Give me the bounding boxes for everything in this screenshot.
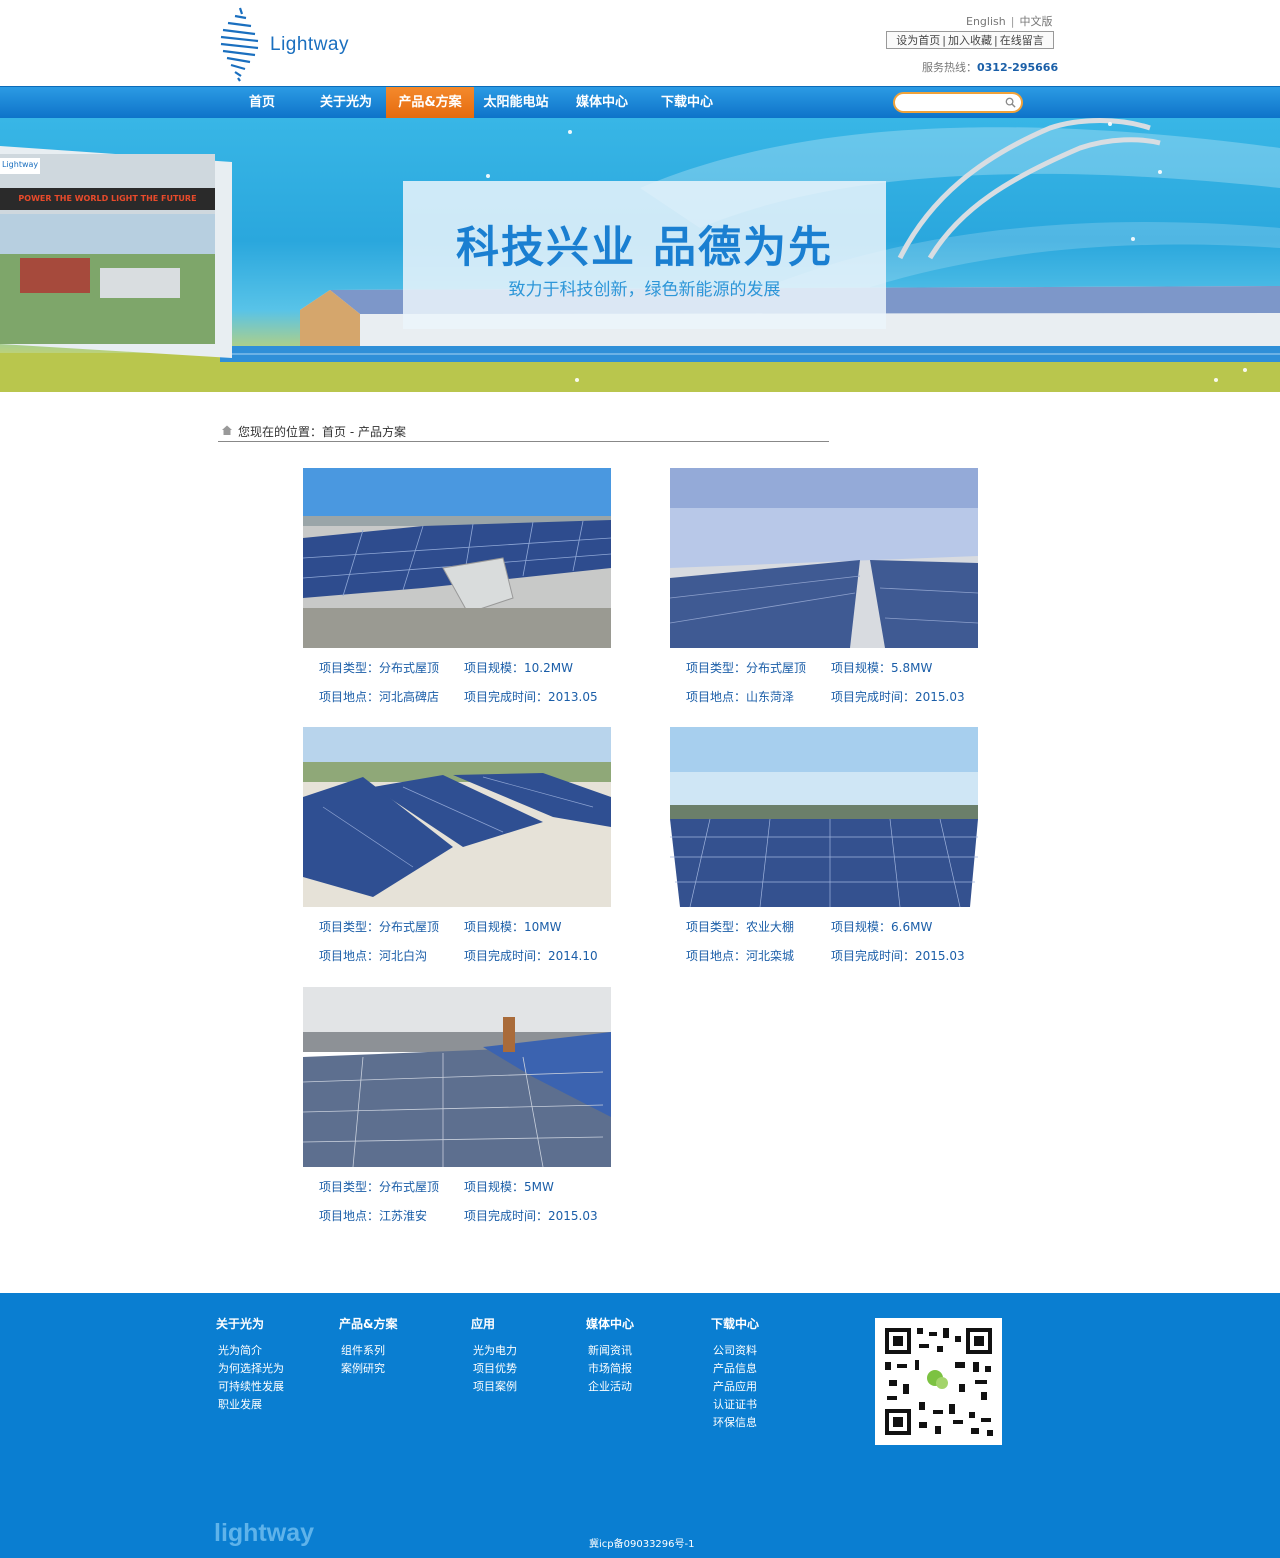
quick-sep: | xyxy=(994,33,998,47)
project-location: 项目地点：江苏淮安 xyxy=(319,1209,428,1223)
project-date: 项目完成时间：2015.03 xyxy=(831,690,965,704)
search-box xyxy=(893,92,1023,115)
nav-media[interactable]: 媒体中心 xyxy=(562,87,642,119)
project-photo[interactable] xyxy=(670,727,978,907)
nav-about[interactable]: 关于光为 xyxy=(306,87,386,119)
footer-column-title: 关于光为 xyxy=(216,1317,265,1331)
footer-link[interactable]: 环保信息 xyxy=(713,1414,759,1432)
qr-code-icon xyxy=(885,1328,993,1436)
footer-link[interactable]: 为何选择光为 xyxy=(218,1360,284,1378)
project-card[interactable] xyxy=(303,468,611,648)
banner-subtitle: 致力于科技创新，绿色新能源的发展 xyxy=(508,280,781,300)
nav-solar-station[interactable]: 太阳能电站 xyxy=(474,87,558,119)
project-location: 项目地点：河北栾城 xyxy=(686,949,795,963)
footer-link[interactable]: 产品应用 xyxy=(713,1378,759,1396)
footer-link[interactable]: 可持续性发展 xyxy=(218,1378,284,1396)
project-scale: 项目规模：5.8MW xyxy=(831,661,933,675)
search-icon[interactable] xyxy=(1005,97,1016,108)
project-type: 项目类型：农业大棚 xyxy=(686,920,795,934)
language-switch: English | 中文版 xyxy=(966,13,1052,29)
nav-products[interactable]: 产品&方案 xyxy=(386,87,474,119)
footer-link[interactable]: 企业活动 xyxy=(588,1378,634,1396)
footer-link[interactable]: 职业发展 xyxy=(218,1396,284,1414)
project-card[interactable] xyxy=(670,727,978,907)
nav-home[interactable]: 首页 xyxy=(233,87,291,119)
banner-sign-text: POWER THE WORLD LIGHT THE FUTURE xyxy=(18,194,197,203)
footer-column-products: 产品&方案 组件系列 案例研究 xyxy=(339,1315,397,1378)
set-homepage-link[interactable]: 设为首页 xyxy=(896,32,940,48)
project-photo[interactable] xyxy=(670,468,978,648)
logo[interactable]: Lightway xyxy=(218,6,368,82)
project-date: 项目完成时间：2013.05 xyxy=(464,690,598,704)
project-type: 项目类型：分布式屋顶 xyxy=(319,1180,440,1194)
project-location: 项目地点：河北白沟 xyxy=(319,949,428,963)
project-date: 项目完成时间：2014.10 xyxy=(464,949,598,963)
footer-column-title: 媒体中心 xyxy=(586,1317,635,1331)
footer-link[interactable]: 市场简报 xyxy=(588,1360,634,1378)
home-icon xyxy=(222,425,232,435)
footer-column-download: 下载中心 公司资料 产品信息 产品应用 认证证书 环保信息 xyxy=(711,1315,759,1432)
banner-sign: POWER THE WORLD LIGHT THE FUTURE xyxy=(0,188,215,210)
footer-column-title: 应用 xyxy=(471,1317,496,1331)
project-type: 项目类型：分布式屋顶 xyxy=(686,661,807,675)
footer-link[interactable]: 光为简介 xyxy=(218,1342,284,1360)
wechat-qr-code xyxy=(875,1318,1002,1445)
project-date: 项目完成时间：2015.03 xyxy=(464,1209,598,1223)
footer-link[interactable]: 认证证书 xyxy=(713,1396,759,1414)
footer-link[interactable]: 公司资料 xyxy=(713,1342,759,1360)
project-type: 项目类型：分布式屋顶 xyxy=(319,661,440,675)
hero-banner: POWER THE WORLD LIGHT THE FUTURE Lightwa… xyxy=(0,118,1280,392)
footer-column-media: 媒体中心 新闻资讯 市场简报 企业活动 xyxy=(586,1315,634,1396)
lang-english-link[interactable]: English xyxy=(966,15,1006,28)
banner-slogan-box: 科技兴业 品德为先 致力于科技创新，绿色新能源的发展 xyxy=(403,181,886,329)
footer-link[interactable]: 产品信息 xyxy=(713,1360,759,1378)
banner-title: 科技兴业 品德为先 xyxy=(456,223,833,273)
footer-link[interactable]: 新闻资讯 xyxy=(588,1342,634,1360)
project-photo[interactable] xyxy=(303,987,611,1167)
project-location: 项目地点：山东菏泽 xyxy=(686,690,795,704)
footer-link[interactable]: 项目优势 xyxy=(473,1360,517,1378)
header: Lightway English | 中文版 设为首页 | 加入收藏 | 在线留言 … xyxy=(0,0,1280,86)
footer-column-title: 下载中心 xyxy=(711,1317,760,1331)
project-scale: 项目规模：10MW xyxy=(464,920,562,934)
nav-download[interactable]: 下载中心 xyxy=(646,87,728,119)
breadcrumb: 您现在的位置：首页 - 产品方案 xyxy=(218,423,829,442)
hotline-label: 服务热线： xyxy=(922,61,977,74)
footer-link[interactable]: 组件系列 xyxy=(341,1342,397,1360)
lang-separator: | xyxy=(1010,15,1015,28)
project-card[interactable] xyxy=(303,727,611,907)
icp-license: 冀icp备09033296号-1 xyxy=(589,1539,695,1550)
online-message-link[interactable]: 在线留言 xyxy=(1000,32,1044,48)
project-card[interactable] xyxy=(303,987,611,1167)
project-photo[interactable] xyxy=(303,727,611,907)
project-scale: 项目规模：6.6MW xyxy=(831,920,933,934)
project-card[interactable] xyxy=(670,468,978,648)
project-photo[interactable] xyxy=(303,468,611,648)
lang-chinese-link[interactable]: 中文版 xyxy=(1019,15,1052,28)
project-scale: 项目规模：5MW xyxy=(464,1180,554,1194)
footer-column-title: 产品&方案 xyxy=(339,1317,398,1331)
project-date: 项目完成时间：2015.03 xyxy=(831,949,965,963)
logo-text: Lightway xyxy=(270,34,349,55)
footer-link[interactable]: 项目案例 xyxy=(473,1378,517,1396)
main-nav: 首页 关于光为 产品&方案 太阳能电站 媒体中心 下载中心 xyxy=(0,86,1280,119)
breadcrumb-text: 您现在的位置：首页 - 产品方案 xyxy=(238,425,406,439)
project-location: 项目地点：河北高碑店 xyxy=(319,690,440,704)
footer: 关于光为 光为简介 为何选择光为 可持续性发展 职业发展 产品&方案 组件系列 … xyxy=(0,1293,1280,1558)
search-input[interactable] xyxy=(903,97,1003,115)
footer-logo: lightway xyxy=(214,1519,315,1547)
banner-sign-brand: Lightway xyxy=(2,160,39,169)
footer-link[interactable]: 光为电力 xyxy=(473,1342,517,1360)
quick-links: 设为首页 | 加入收藏 | 在线留言 xyxy=(886,31,1054,49)
footer-column-applications: 应用 光为电力 项目优势 项目案例 xyxy=(471,1315,517,1396)
service-hotline: 服务热线：0312-295666 xyxy=(922,59,1058,75)
logo-mark-icon xyxy=(220,7,259,82)
footer-link[interactable]: 案例研究 xyxy=(341,1360,397,1378)
project-type: 项目类型：分布式屋顶 xyxy=(319,920,440,934)
quick-sep: | xyxy=(942,33,946,47)
add-favorite-link[interactable]: 加入收藏 xyxy=(948,32,992,48)
footer-column-about: 关于光为 光为简介 为何选择光为 可持续性发展 职业发展 xyxy=(216,1315,284,1414)
project-scale: 项目规模：10.2MW xyxy=(464,661,573,675)
hotline-number: 0312-295666 xyxy=(977,61,1059,74)
